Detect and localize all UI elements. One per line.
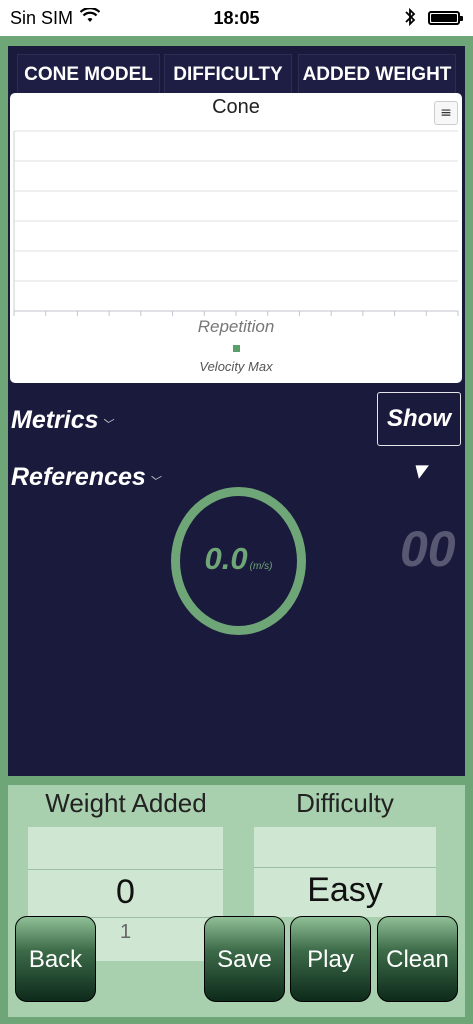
difficulty-label: Difficulty bbox=[296, 788, 394, 818]
gauge-value: 0.0 bbox=[204, 541, 248, 576]
references-label: References bbox=[11, 463, 146, 491]
legend-swatch bbox=[232, 345, 240, 352]
velocity-gauge: 0.0 (m/s) bbox=[171, 487, 306, 635]
legend-label: Velocity Max bbox=[199, 359, 273, 374]
clean-button[interactable]: Clean bbox=[377, 916, 458, 1002]
repetition-counter: 00 bbox=[400, 521, 456, 577]
back-button[interactable]: Back bbox=[15, 916, 96, 1002]
tab-difficulty[interactable]: DIFFICULTY bbox=[164, 54, 292, 94]
save-button[interactable]: Save bbox=[204, 916, 285, 1002]
app-container: CONE MODEL DIFFICULTY ADDED WEIGHT Cone … bbox=[0, 36, 473, 1024]
status-bar: Sin SIM 18:05 bbox=[0, 0, 473, 36]
metrics-dropdown[interactable]: Metrics ﹀ bbox=[11, 406, 113, 435]
metrics-label: Metrics bbox=[11, 406, 99, 434]
x-axis-label: Repetition bbox=[197, 317, 275, 336]
chart-legend[interactable]: Velocity Max bbox=[10, 345, 462, 374]
battery-icon bbox=[428, 11, 463, 25]
play-button[interactable]: Play bbox=[290, 916, 371, 1002]
gauge-readout: 0.0 (m/s) bbox=[180, 541, 297, 577]
difficulty-picker[interactable]: Easy bbox=[254, 827, 436, 917]
velocity-chart: Cone ≡ Repetition Velocity Max bbox=[10, 93, 462, 383]
chart-plot-area bbox=[13, 130, 459, 316]
tab-added-weight[interactable]: ADDED WEIGHT bbox=[298, 54, 456, 94]
references-dropdown[interactable]: References ﹀ bbox=[11, 463, 160, 492]
clock: 18:05 bbox=[213, 8, 260, 28]
chart-menu-icon[interactable]: ≡ bbox=[434, 101, 458, 125]
show-button[interactable]: Show ▾ bbox=[377, 392, 461, 484]
weight-added-label: Weight Added bbox=[45, 788, 207, 818]
main-panel: CONE MODEL DIFFICULTY ADDED WEIGHT Cone … bbox=[8, 46, 465, 776]
chevron-down-icon: ﹀ bbox=[101, 419, 113, 431]
chevron-down-icon: ﹀ bbox=[148, 476, 160, 488]
chart-title: Cone bbox=[212, 96, 260, 118]
bluetooth-icon bbox=[404, 7, 416, 32]
gauge-unit: (m/s) bbox=[249, 561, 273, 572]
tab-cone-model[interactable]: CONE MODEL bbox=[17, 54, 160, 94]
difficulty-picker-value: Easy bbox=[307, 871, 383, 909]
weight-picker-value: 0 bbox=[116, 873, 135, 911]
